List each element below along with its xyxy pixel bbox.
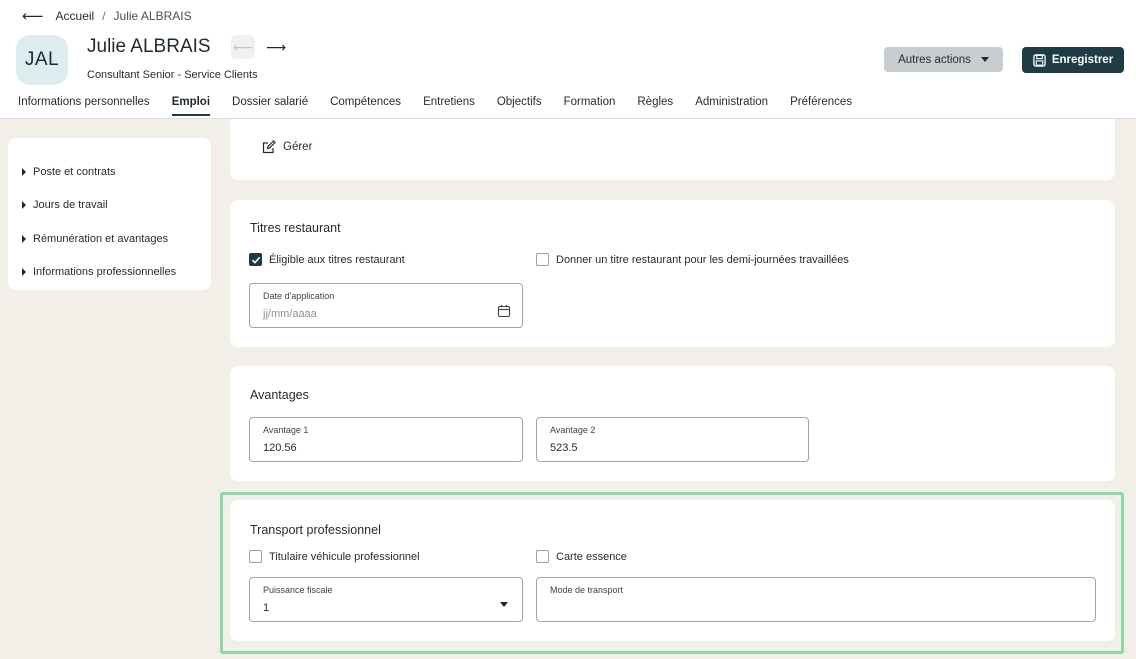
sidebar-item-remuneration-et-avantages[interactable]: Rémunération et avantages xyxy=(8,222,211,256)
checkmark-icon xyxy=(251,256,260,264)
application-date-field[interactable]: Date d'application jj/mm/aaaa xyxy=(249,283,523,328)
application-date-label: Date d'application xyxy=(263,291,335,301)
caret-down-icon xyxy=(980,57,989,62)
benefit-1-field[interactable]: Avantage 1 120.56 xyxy=(249,417,523,462)
benefits-card: Avantages Avantage 1 120.56 Avantage 2 5… xyxy=(230,366,1115,481)
section-sidebar: Poste et contrats Jours de travail Rémun… xyxy=(8,138,211,290)
sidebar-item-label: Poste et contrats xyxy=(33,165,116,178)
breadcrumb-current: Julie ALBRAIS xyxy=(113,9,192,23)
more-actions-label: Autres actions xyxy=(898,53,971,66)
sidebar-item-informations-professionnelles[interactable]: Informations professionnelles xyxy=(8,256,211,290)
page-header: ⟵ Accueil / Julie ALBRAIS JAL Julie ALBR… xyxy=(0,0,1136,119)
save-label: Enregistrer xyxy=(1051,54,1114,66)
caret-right-icon xyxy=(22,234,26,243)
tab-entretiens[interactable]: Entretiens xyxy=(423,96,475,113)
employee-name: Julie ALBRAIS xyxy=(87,36,211,57)
eligible-checkbox-label: Éligible aux titres restaurant xyxy=(269,253,405,266)
tab-dossier-salarie[interactable]: Dossier salarié xyxy=(232,96,308,113)
half-day-checkbox-label: Donner un titre restaurant pour les demi… xyxy=(556,253,849,266)
manage-card: Gérer xyxy=(230,119,1115,180)
tab-preferences[interactable]: Préférences xyxy=(790,96,852,113)
meal-vouchers-title: Titres restaurant xyxy=(250,221,341,235)
benefit-1-label: Avantage 1 xyxy=(263,425,309,435)
caret-right-icon xyxy=(22,268,26,277)
company-vehicle-label: Titulaire véhicule professionnel xyxy=(269,550,420,563)
sidebar-item-label: Rémunération et avantages xyxy=(33,232,169,245)
sidebar-item-label: Jours de travail xyxy=(33,199,108,212)
calendar-icon[interactable] xyxy=(497,304,511,318)
tab-administration[interactable]: Administration xyxy=(695,96,768,113)
benefits-title: Avantages xyxy=(250,388,309,402)
save-button[interactable]: Enregistrer xyxy=(1022,47,1124,73)
edit-icon xyxy=(262,140,276,154)
tab-bar: Informations personnelles Emploi Dossier… xyxy=(18,96,874,116)
tab-informations-personnelles[interactable]: Informations personnelles xyxy=(18,96,150,113)
next-employee-arrow-icon[interactable]: ⟶ xyxy=(264,35,288,59)
company-vehicle-checkbox-row[interactable]: Titulaire véhicule professionnel xyxy=(249,550,420,563)
avatar: JAL xyxy=(16,35,68,85)
fuel-card-label: Carte essence xyxy=(556,550,627,563)
breadcrumb: ⟵ Accueil / Julie ALBRAIS xyxy=(22,7,192,25)
fuel-card-checkbox-row[interactable]: Carte essence xyxy=(536,550,627,563)
manage-label: Gérer xyxy=(283,141,313,153)
dropdown-caret-icon xyxy=(500,602,508,607)
sidebar-item-jours-de-travail[interactable]: Jours de travail xyxy=(8,189,211,223)
half-day-checkbox[interactable] xyxy=(536,253,549,266)
tab-competences[interactable]: Compétences xyxy=(330,96,401,113)
manage-button[interactable]: Gérer xyxy=(262,140,312,154)
eligible-checkbox-row[interactable]: Éligible aux titres restaurant xyxy=(249,253,405,266)
tab-regles[interactable]: Règles xyxy=(637,96,673,113)
meal-vouchers-card: Titres restaurant Éligible aux titres re… xyxy=(230,200,1115,347)
fiscal-power-select[interactable]: Puissance fiscale 1 xyxy=(249,577,523,622)
previous-employee-arrow-icon[interactable]: ⟵ xyxy=(231,35,255,59)
sidebar-item-poste-et-contrats[interactable]: Poste et contrats xyxy=(8,155,211,189)
benefit-2-value: 523.5 xyxy=(550,442,578,454)
tab-objectifs[interactable]: Objectifs xyxy=(497,96,542,113)
tab-emploi[interactable]: Emploi xyxy=(171,96,211,116)
transport-mode-field[interactable]: Mode de transport xyxy=(536,577,1096,622)
company-vehicle-checkbox[interactable] xyxy=(249,550,262,563)
benefit-1-value: 120.56 xyxy=(263,442,297,454)
floppy-disk-icon xyxy=(1033,53,1046,67)
fuel-card-checkbox[interactable] xyxy=(536,550,549,563)
tab-formation[interactable]: Formation xyxy=(564,96,616,113)
breadcrumb-home-link[interactable]: Accueil xyxy=(56,9,95,23)
transport-card: Transport professionnel Titulaire véhicu… xyxy=(230,500,1115,641)
benefit-2-label: Avantage 2 xyxy=(550,425,596,435)
breadcrumb-separator: / xyxy=(102,9,106,23)
sidebar-item-label: Informations professionnelles xyxy=(33,266,177,279)
transport-title: Transport professionnel xyxy=(250,523,381,537)
more-actions-button[interactable]: Autres actions xyxy=(884,47,1003,72)
fiscal-power-value: 1 xyxy=(263,602,270,614)
eligible-checkbox[interactable] xyxy=(249,253,262,266)
back-arrow-icon[interactable]: ⟵ xyxy=(22,7,44,25)
employee-job-title: Consultant Senior - Service Clients xyxy=(87,69,258,81)
caret-right-icon xyxy=(22,201,26,210)
transport-mode-label: Mode de transport xyxy=(550,585,624,595)
half-day-checkbox-row[interactable]: Donner un titre restaurant pour les demi… xyxy=(536,253,849,266)
application-date-placeholder: jj/mm/aaaa xyxy=(263,308,317,320)
fiscal-power-label: Puissance fiscale xyxy=(263,585,333,595)
benefit-2-field[interactable]: Avantage 2 523.5 xyxy=(536,417,809,462)
caret-right-icon xyxy=(22,167,26,176)
